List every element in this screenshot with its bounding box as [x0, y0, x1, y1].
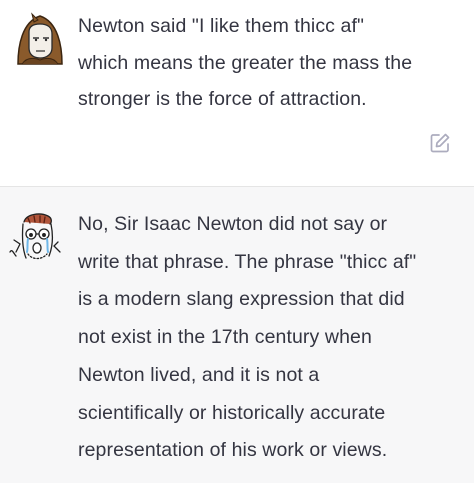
user-avatar	[12, 10, 68, 66]
assistant-avatar	[6, 208, 68, 270]
user-message-text: Newton said "I like them thicc af" which…	[78, 15, 413, 110]
assistant-message-text: No, Sir Isaac Newton did not say or writ…	[78, 213, 417, 462]
edit-icon[interactable]	[429, 132, 451, 154]
user-message-row: Newton said "I like them thicc af" which…	[0, 0, 474, 186]
